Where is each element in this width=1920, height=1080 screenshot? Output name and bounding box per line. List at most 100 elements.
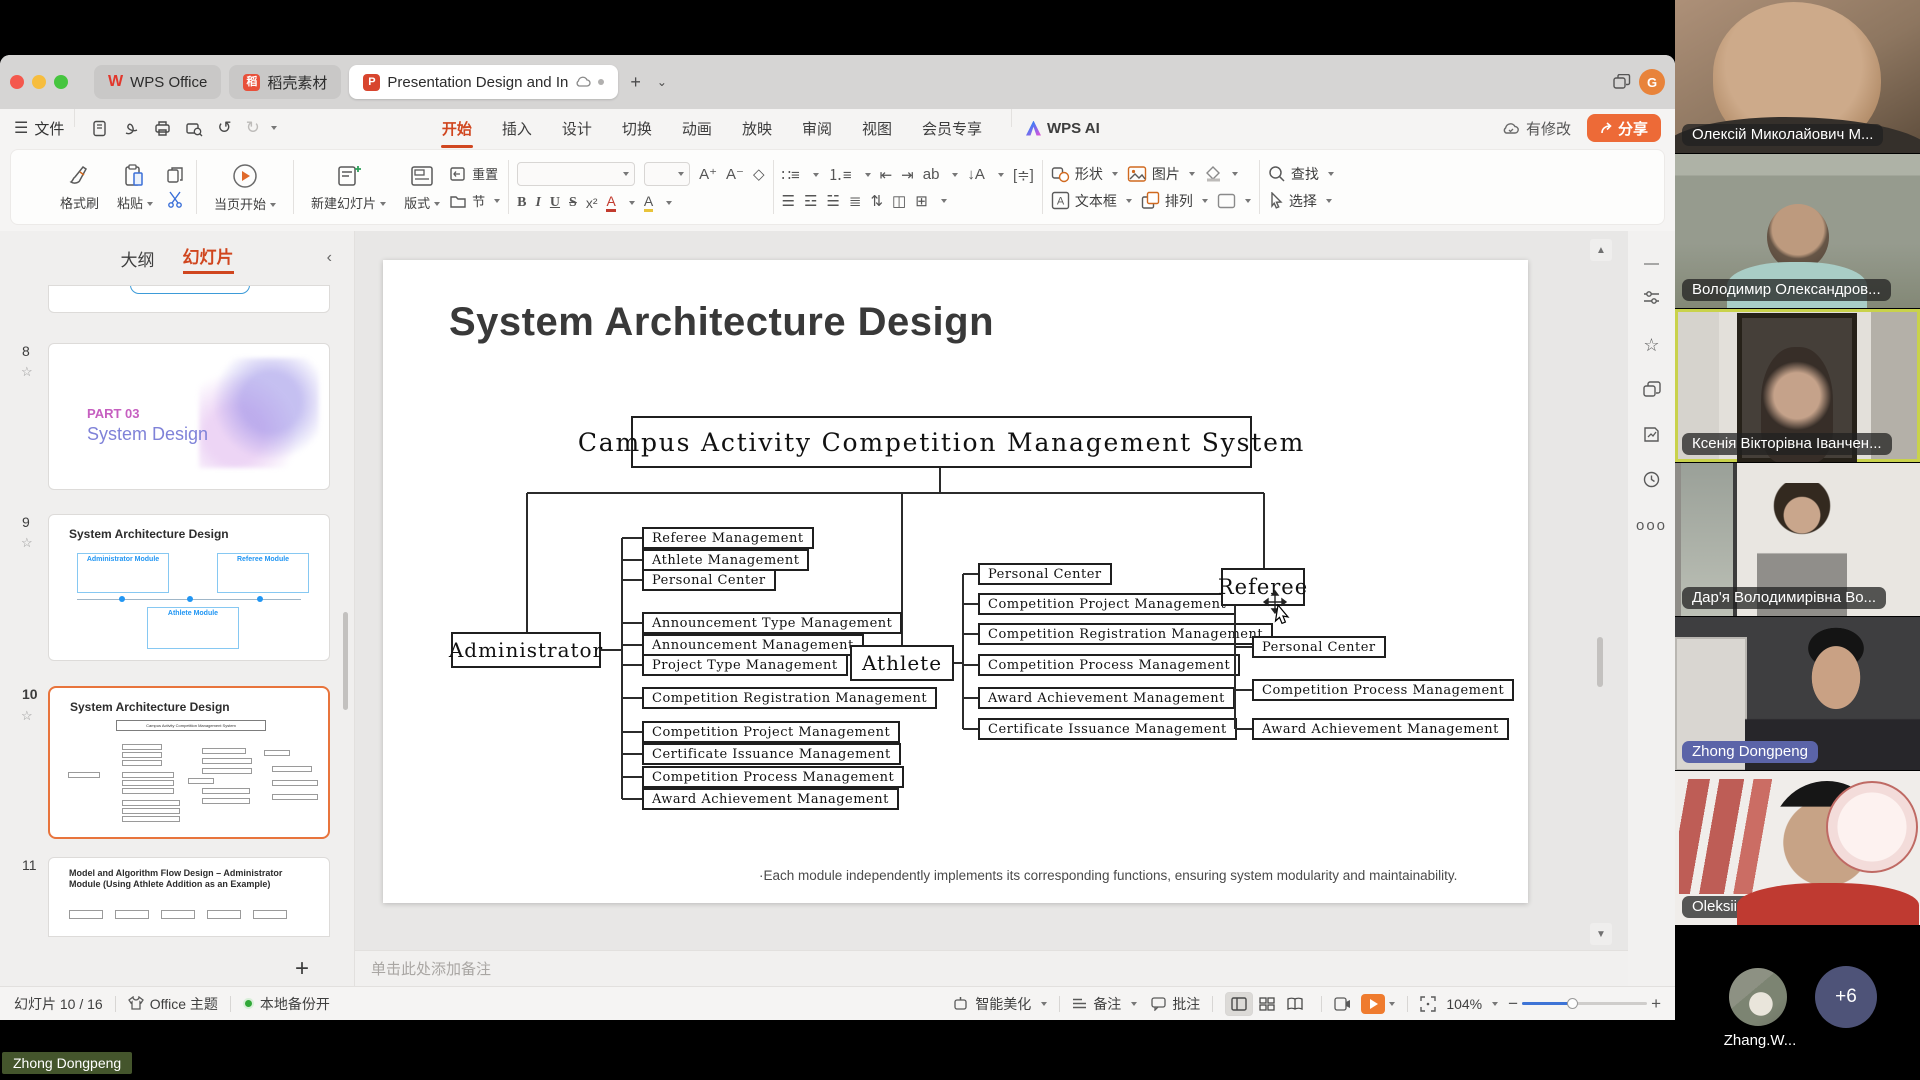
fit-slide-button[interactable] — [1420, 996, 1436, 1012]
theme-button[interactable]: Office 主题 — [128, 994, 218, 1014]
account-avatar[interactable]: G — [1639, 69, 1665, 95]
org-node[interactable]: Competition Process Management — [978, 654, 1240, 676]
columns-icon[interactable]: ◫ — [892, 192, 906, 210]
scroll-down-button[interactable]: ▼ — [1590, 923, 1612, 945]
modified-status[interactable]: 有修改 — [1526, 118, 1571, 139]
superscript-button[interactable]: x² — [586, 195, 598, 211]
zoom-out-button[interactable]: − — [1508, 994, 1518, 1014]
underline-button[interactable]: U — [550, 195, 560, 211]
chart-notes-icon[interactable] — [1628, 426, 1675, 443]
section-button[interactable]: 节 — [449, 191, 500, 210]
org-node[interactable]: Competition Project Management — [642, 721, 900, 743]
reading-view-button[interactable] — [1281, 992, 1309, 1016]
layers-icon[interactable] — [1628, 381, 1675, 397]
collapse-panel-icon[interactable]: ‹ — [327, 249, 332, 267]
star-icon[interactable]: ☆ — [21, 364, 33, 380]
slide-canvas[interactable]: System Architecture Design Campus Activi… — [383, 260, 1528, 903]
participant-tile-2[interactable]: Володимир Олександров... — [1675, 154, 1920, 308]
increase-font-icon[interactable]: A⁺ — [699, 165, 717, 183]
undo-icon[interactable]: ↺ — [217, 118, 231, 138]
effects-star-icon[interactable]: ☆ — [1628, 335, 1675, 356]
tab-docer[interactable]: 稻 稻壳素材 — [229, 65, 341, 99]
properties-icon[interactable] — [1628, 289, 1675, 306]
comments-button[interactable]: 批注 — [1151, 994, 1200, 1014]
distribute-icon[interactable]: ⇅ — [870, 192, 883, 210]
tab-list-button[interactable]: ⌄ — [653, 76, 671, 88]
align-right-icon[interactable]: ☱ — [826, 192, 839, 210]
more-options-icon[interactable]: ooo — [1628, 517, 1675, 534]
org-node[interactable]: Award Achievement Management — [1252, 718, 1509, 740]
ribbon-tab-0[interactable]: 开始 — [427, 112, 487, 145]
picture-button[interactable]: 图片 — [1127, 164, 1195, 184]
org-node[interactable]: Personal Center — [978, 563, 1112, 585]
new-slide-button[interactable]: 新建幻灯片 — [302, 154, 395, 220]
slide-footer-note[interactable]: ·Each module independently implements it… — [759, 868, 1457, 883]
scroll-up-button[interactable]: ▲ — [1590, 239, 1612, 261]
arrange-button[interactable]: 排列 — [1141, 191, 1208, 211]
org-node[interactable]: Award Achievement Management — [978, 687, 1235, 709]
print-preview-icon[interactable] — [185, 120, 203, 137]
star-icon[interactable]: ☆ — [21, 535, 33, 551]
format-painter-button[interactable]: 格式刷 — [51, 154, 108, 220]
font-color-button[interactable]: A — [606, 193, 615, 212]
org-node[interactable]: Certificate Issuance Management — [642, 743, 901, 765]
slide-thumbnail-10-selected[interactable]: System Architecture Design Campus Activi… — [48, 686, 330, 839]
ribbon-tab-4[interactable]: 动画 — [667, 112, 727, 145]
play-options-chevron[interactable] — [1389, 1002, 1395, 1006]
org-node[interactable]: Competition Project Management — [978, 593, 1236, 615]
ribbon-tab-8[interactable]: 会员专享 — [907, 112, 997, 145]
copy-icon[interactable] — [166, 166, 184, 184]
play-from-start-icon[interactable] — [1334, 996, 1351, 1012]
decrease-indent-icon[interactable]: ⇤ — [880, 166, 893, 184]
org-node[interactable]: Athlete — [850, 645, 954, 681]
org-node[interactable]: Project Type Management — [642, 654, 848, 676]
smart-beautify-button[interactable]: 智能美化 — [952, 994, 1047, 1014]
slide-thumbnail-8[interactable]: PART 03 System Design — [48, 343, 330, 490]
org-node[interactable]: Campus Activity Competition Management S… — [631, 416, 1252, 468]
hamburger-icon[interactable]: ☰ — [14, 118, 28, 138]
org-node[interactable]: Competition Process Management — [642, 766, 904, 788]
participant-tile-5[interactable]: Zhong Dongpeng — [1675, 617, 1920, 771]
ribbon-tab-5[interactable]: 放映 — [727, 112, 787, 145]
highlight-button[interactable]: A — [644, 193, 653, 212]
textbox-button[interactable]: A 文本框 — [1051, 191, 1132, 211]
slideshow-play-button[interactable] — [1361, 994, 1385, 1014]
outline-tab[interactable]: 大纲 — [121, 246, 155, 271]
ribbon-tab-1[interactable]: 插入 — [487, 112, 547, 145]
local-backup-status[interactable]: 本地备份开 — [243, 994, 330, 1014]
org-node[interactable]: Competition Registration Management — [978, 623, 1273, 645]
add-slide-button[interactable]: + — [295, 955, 309, 983]
font-family-select[interactable] — [517, 162, 635, 186]
cut-icon[interactable] — [166, 190, 184, 208]
file-menu[interactable]: 文件 — [34, 118, 64, 139]
ribbon-tab-3[interactable]: 切换 — [607, 112, 667, 145]
ribbon-tab-7[interactable]: 视图 — [847, 112, 907, 145]
align-objects-icon[interactable]: ⊞ — [915, 192, 928, 210]
select-button[interactable]: 选择 — [1268, 191, 1332, 211]
wps-ai-button[interactable]: WPS AI — [1047, 120, 1100, 137]
reset-slide-button[interactable]: 重置 — [449, 164, 500, 183]
fill-color-button[interactable] — [1204, 165, 1238, 183]
pen-icon[interactable] — [123, 120, 140, 137]
org-node[interactable]: Competition Process Management — [1252, 679, 1514, 701]
print-icon[interactable] — [154, 120, 171, 137]
org-node[interactable]: Certificate Issuance Management — [978, 718, 1237, 740]
notes-bar[interactable]: 单击此处添加备注 — [355, 950, 1628, 986]
strikethrough-button[interactable]: S — [569, 195, 577, 211]
share-button[interactable]: 分享 — [1587, 114, 1661, 142]
chevron-down-icon[interactable] — [271, 126, 277, 130]
increase-indent-icon[interactable]: ⇥ — [901, 166, 914, 184]
org-node[interactable]: Announcement Type Management — [642, 612, 902, 634]
org-node[interactable]: Administrator — [451, 632, 601, 668]
bullet-list-icon[interactable]: ∷≡ — [782, 166, 800, 184]
participant-tile-3[interactable]: Ксенія Вікторівна Іванчен... — [1675, 309, 1920, 463]
text-direction-icon[interactable]: ab — [923, 166, 940, 183]
org-node[interactable]: Personal Center — [1252, 636, 1386, 658]
line-spacing-icon[interactable]: ↓A — [967, 166, 985, 183]
play-from-current-button[interactable]: 当页开始 — [205, 154, 285, 220]
editing-canvas[interactable]: System Architecture Design Campus Activi… — [355, 231, 1628, 950]
panel-scrollbar[interactable] — [343, 612, 348, 710]
ribbon-tab-6[interactable]: 审阅 — [787, 112, 847, 145]
notes-toggle-button[interactable]: 备注 — [1072, 994, 1137, 1014]
ribbon-tab-2[interactable]: 设计 — [547, 112, 607, 145]
